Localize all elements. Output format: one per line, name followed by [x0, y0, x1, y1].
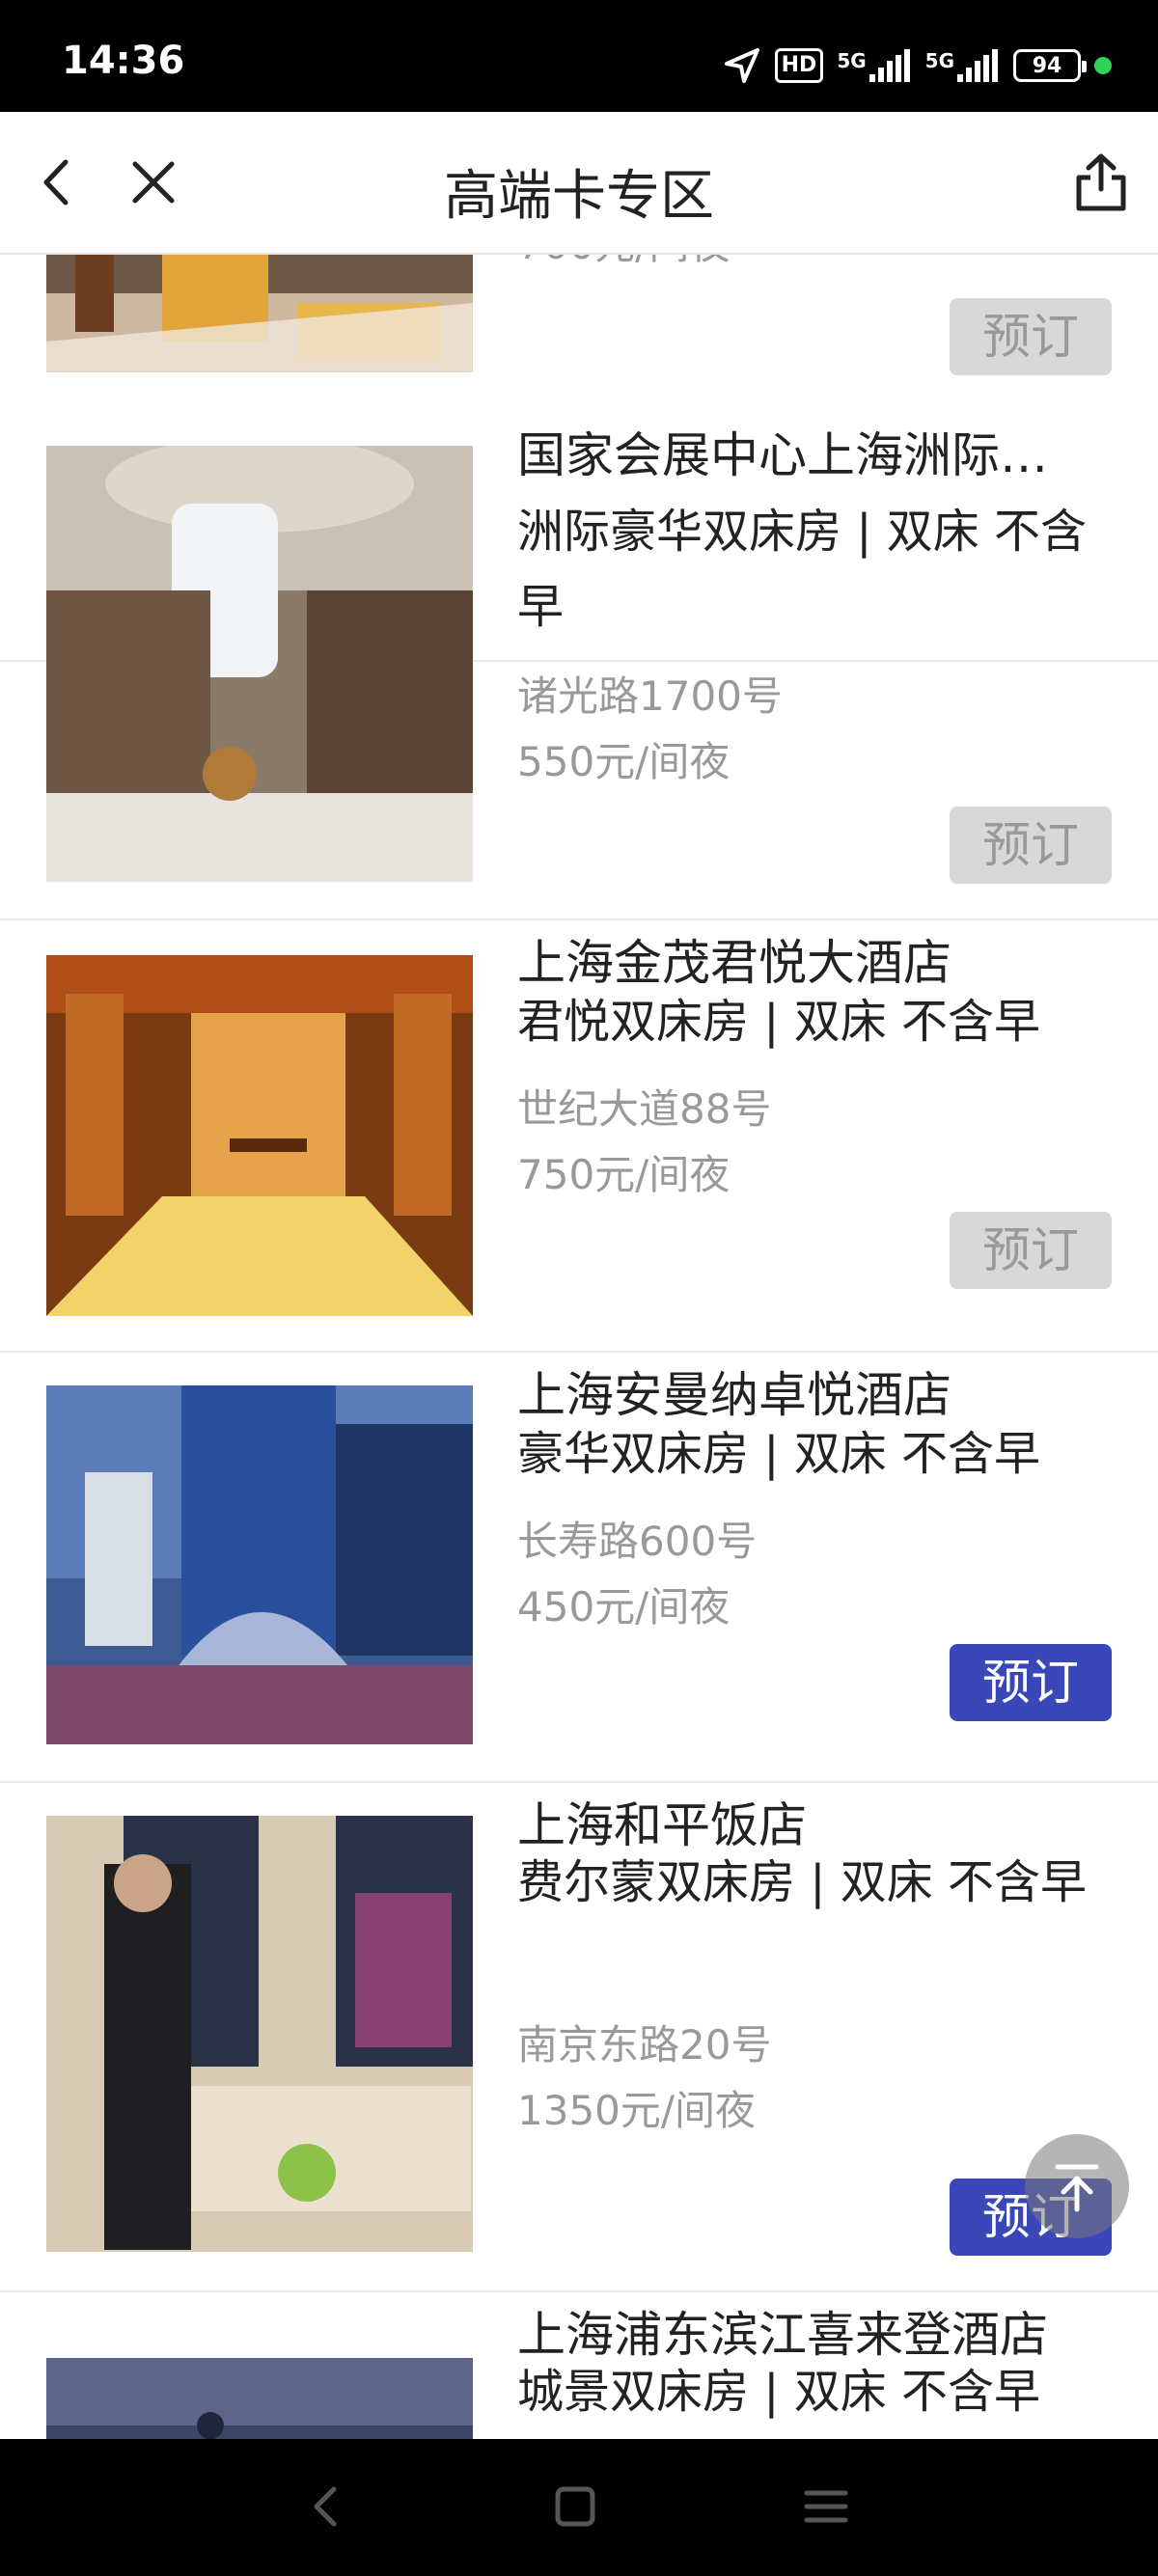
hotel-list[interactable]: 700元/间夜 预订 国家会展中心上海洲际酒店 洲际豪华双床房 | 双床 不含早… — [0, 255, 1158, 2439]
room-type: 费尔蒙双床房 | 双床 不含早 — [517, 1855, 1087, 1909]
privacy-indicator — [1094, 57, 1112, 74]
book-button[interactable]: 预订 — [950, 1212, 1112, 1289]
arrow-up-icon — [1055, 2164, 1099, 2212]
room-type: 洲际豪华双床房 | 双床 不含早 — [517, 505, 1087, 634]
list-item[interactable]: 国家会展中心上海洲际酒店 洲际豪华双床房 | 双床 不含早 诸光路1700号 5… — [0, 411, 1158, 920]
nav-bar: 高端卡专区 — [0, 112, 1158, 255]
hotel-address: 长寿路600号 — [517, 1518, 758, 1565]
hotel-photo — [46, 2358, 473, 2439]
hotel-price: 700元/间夜 — [517, 255, 730, 271]
battery-icon: 94 — [1013, 49, 1087, 82]
hd-badge: HD — [774, 48, 824, 83]
list-item[interactable]: 上海浦东滨江喜来登酒店 城景双床房 | 双床 不含早 — [0, 2292, 1158, 2439]
hotel-address: 南京东路20号 — [517, 2021, 772, 2069]
system-home-icon[interactable] — [546, 2478, 604, 2535]
hotel-price: 1350元/间夜 — [517, 2087, 757, 2134]
hotel-price: 750元/间夜 — [517, 1151, 731, 1198]
book-button[interactable]: 预订 — [950, 1644, 1112, 1721]
hotel-photo — [46, 955, 473, 1316]
room-type: 君悦双床房 | 双床 不含早 — [517, 995, 1040, 1049]
share-button[interactable] — [1067, 149, 1135, 216]
status-bar: 14:36 HD 5G 5G 94 — [0, 0, 1158, 112]
hotel-address: 诸光路1700号 — [517, 672, 783, 720]
signal-icon-2: 5G — [925, 49, 1000, 82]
list-item[interactable]: 上海安曼纳卓悦酒店 豪华双床房 | 双床 不含早 长寿路600号 450元/间夜… — [0, 1353, 1158, 1783]
hotel-photo — [46, 1385, 473, 1744]
status-icons: HD 5G 5G 94 — [723, 39, 1112, 93]
hotel-photo — [46, 255, 473, 372]
room-type: 豪华双床房 | 双床 不含早 — [517, 1427, 1040, 1481]
system-nav-bar — [0, 2439, 1158, 2576]
hotel-name: 国家会展中心上海洲际酒店 — [517, 427, 1077, 483]
back-to-top-button[interactable] — [1025, 2134, 1129, 2238]
share-icon — [1076, 153, 1126, 211]
location-icon — [724, 48, 759, 83]
page-title: 高端卡专区 — [444, 165, 714, 228]
hotel-address: 世纪大道88号 — [517, 1085, 772, 1133]
book-button[interactable]: 预订 — [950, 807, 1112, 884]
list-item[interactable]: 上海和平饭店 费尔蒙双床房 | 双床 不含早 南京东路20号 1350元/间夜 … — [0, 1783, 1158, 2292]
list-item[interactable]: 上海金茂君悦大酒店 君悦双床房 | 双床 不含早 世纪大道88号 750元/间夜… — [0, 920, 1158, 1353]
system-menu-icon[interactable] — [797, 2478, 855, 2535]
hotel-photo — [46, 1816, 473, 2252]
signal-icon: 5G — [837, 49, 911, 82]
hotel-price: 550元/间夜 — [517, 738, 731, 785]
status-time: 14:36 — [62, 39, 185, 83]
hotel-price: 450元/间夜 — [517, 1583, 731, 1631]
book-button[interactable]: 预订 — [950, 298, 1112, 375]
room-type: 城景双床房 | 双床 不含早 — [517, 2365, 1040, 2419]
hotel-photo — [46, 446, 473, 882]
system-back-icon[interactable] — [297, 2478, 355, 2535]
